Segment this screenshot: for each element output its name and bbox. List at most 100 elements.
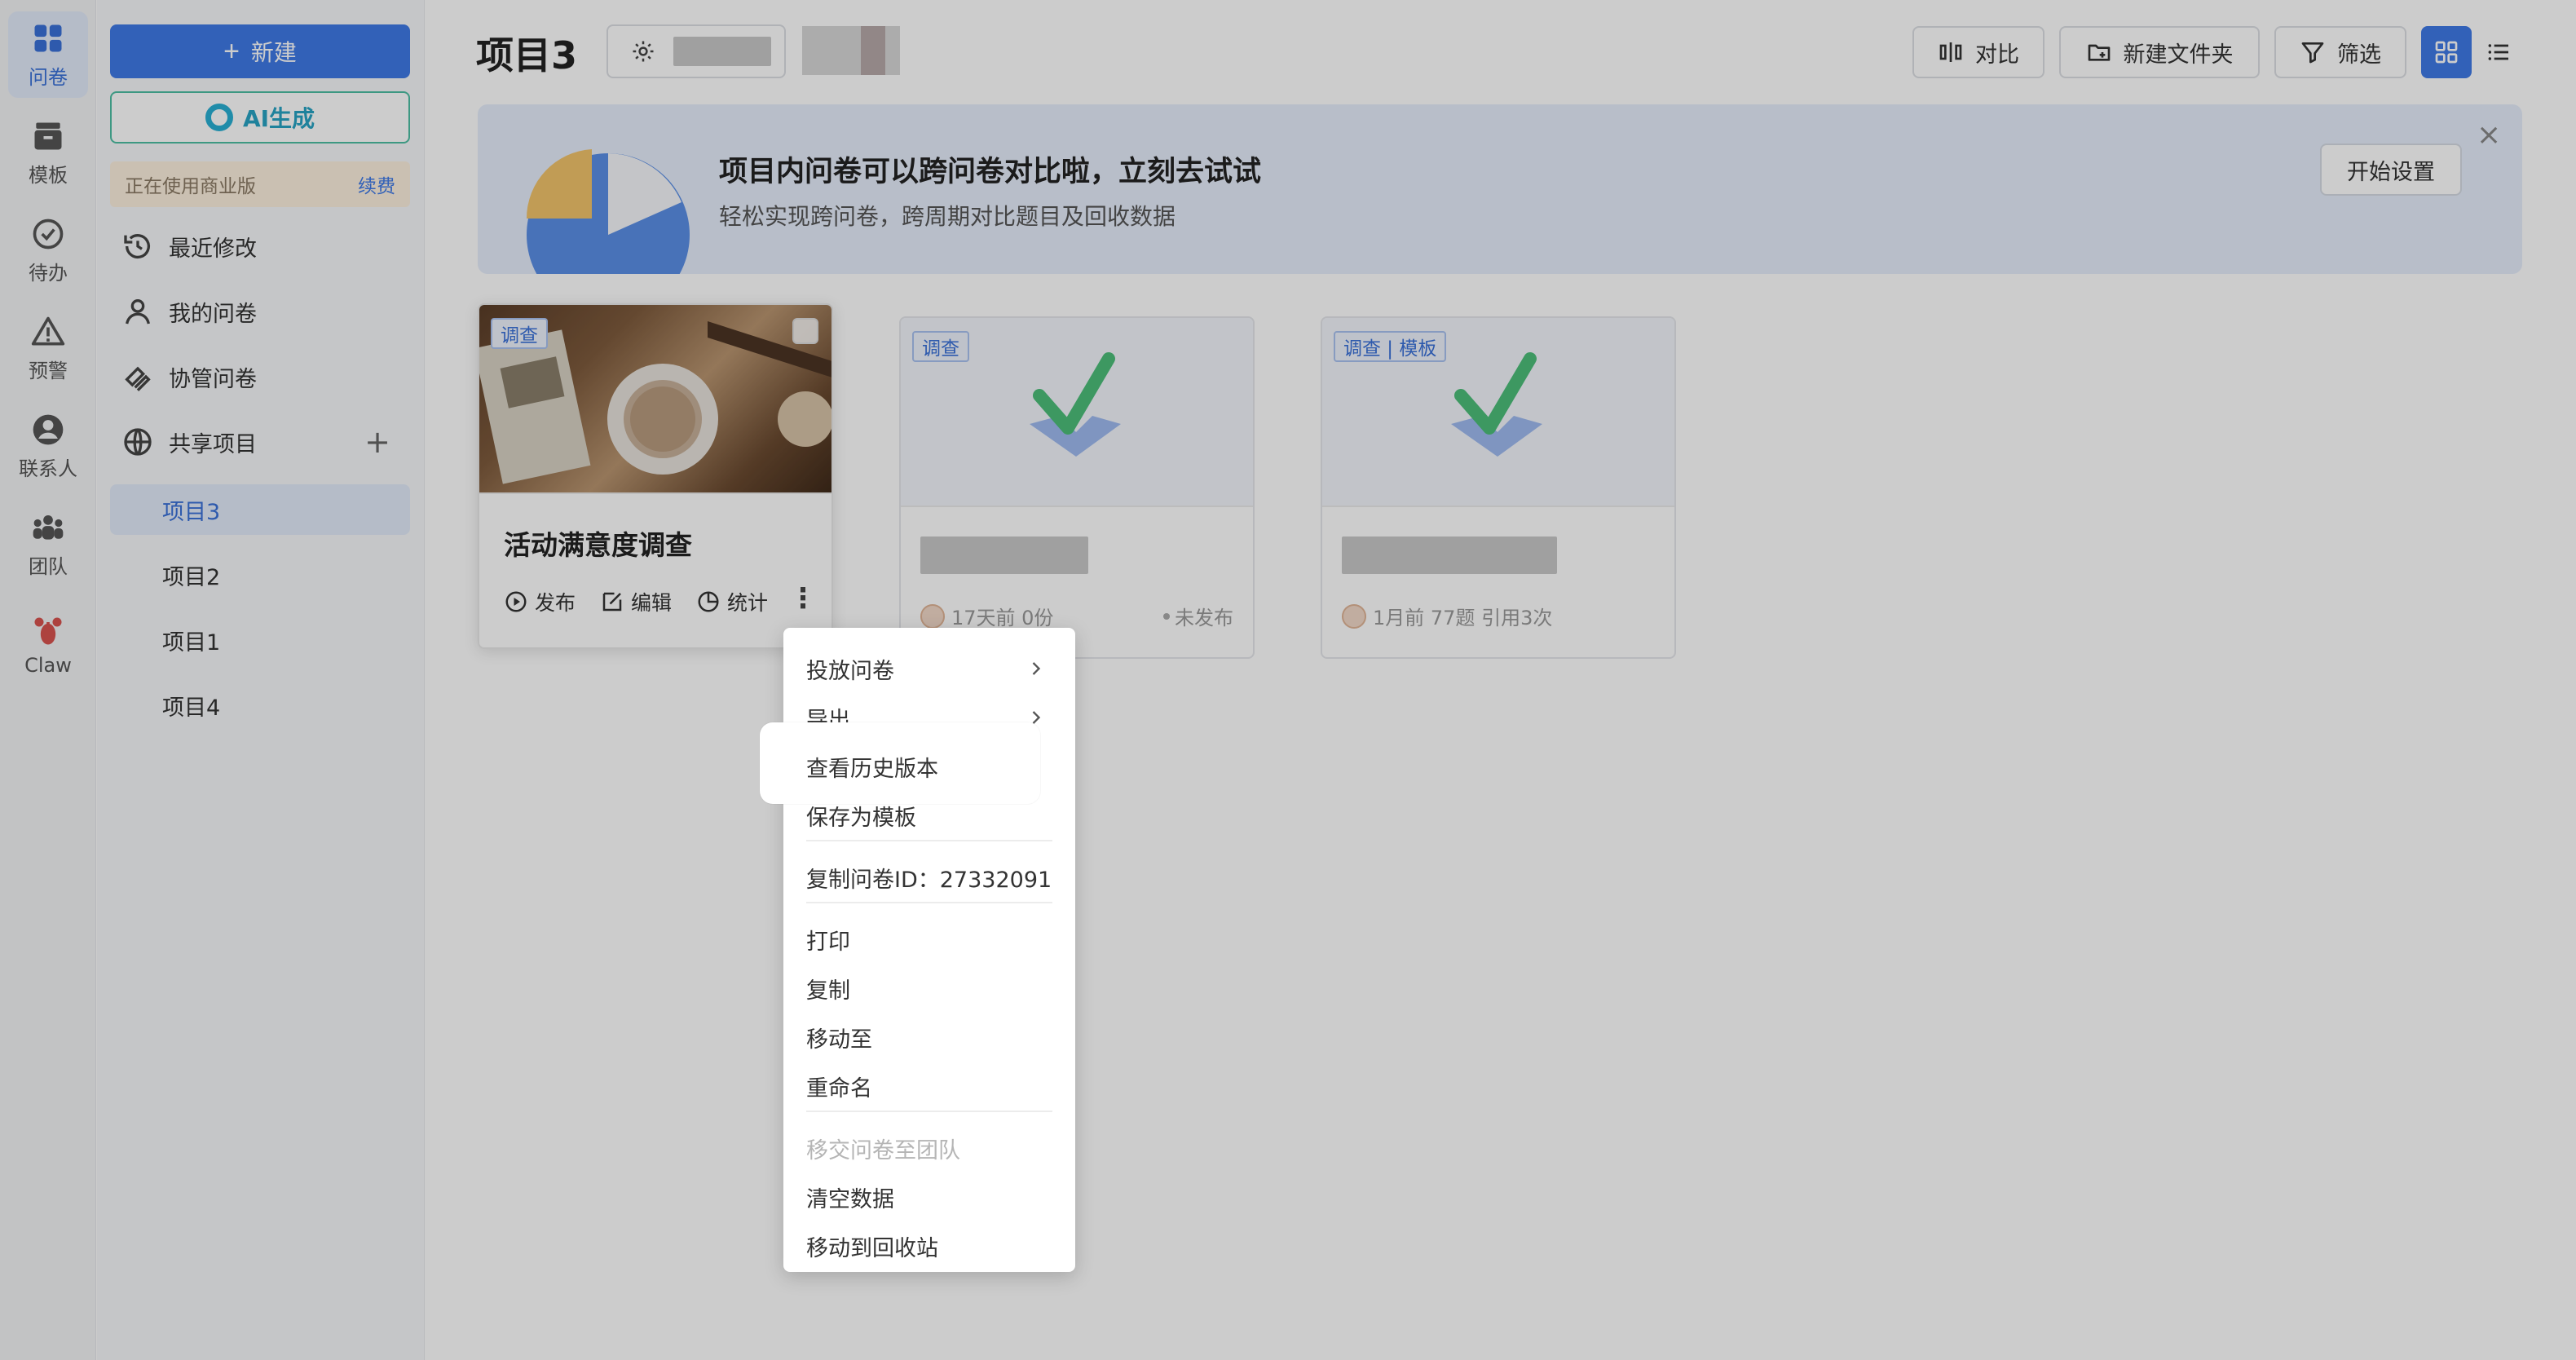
- redacted-thumbnail: [802, 26, 900, 75]
- ai-button-label: AI生成: [242, 105, 315, 132]
- menu-item-move-to[interactable]: 移动至: [806, 1013, 1059, 1062]
- menu-item-clear-data[interactable]: 清空数据: [806, 1172, 1059, 1221]
- filter-button[interactable]: 筛选: [2274, 26, 2406, 78]
- nav-my-surveys[interactable]: 我的问卷: [110, 285, 410, 338]
- new-folder-label: 新建文件夹: [2123, 42, 2234, 68]
- rail-item-claw[interactable]: Claw: [8, 602, 88, 688]
- survey-card[interactable]: 调查 活动满意度调查 发布 编辑 统计 ⋮: [478, 303, 833, 649]
- project-item-4[interactable]: 项目4: [110, 680, 410, 731]
- status-badge: 未发布: [1163, 602, 1233, 630]
- rail-label: 模板: [29, 163, 68, 187]
- rail-item-alert[interactable]: 预警: [8, 305, 88, 391]
- list-view-icon: [2488, 44, 2508, 60]
- ai-generate-button[interactable]: AI生成: [110, 91, 410, 144]
- rail-label: 待办: [29, 261, 68, 285]
- nav-label: 协管问卷: [169, 366, 257, 392]
- nav-label: 我的问卷: [169, 301, 257, 327]
- icon-rail: 问卷 模板 待办 预警 联系人 团队 Claw: [0, 0, 96, 1360]
- context-menu-items: 查看历史版本 保存为模板 复制问卷ID：27332091 打印 复制 移动至 重…: [783, 628, 1075, 1272]
- menu-item-print[interactable]: 打印: [806, 915, 1059, 964]
- menu-item-rename[interactable]: 重命名: [806, 1062, 1059, 1111]
- globe-icon: [124, 428, 152, 456]
- compare-label: 对比: [1975, 42, 2019, 68]
- avatar: [920, 603, 945, 629]
- business-edition-text: 正在使用商业版: [125, 176, 256, 197]
- lobster-icon: [34, 617, 62, 645]
- project-item-2[interactable]: 项目2: [110, 550, 410, 600]
- card-title: 活动满意度调查: [504, 529, 692, 561]
- nav-collab-surveys[interactable]: 协管问卷: [110, 351, 410, 403]
- menu-item-recycle[interactable]: 移动到回收站: [806, 1221, 1059, 1270]
- nav-shared-projects[interactable]: 共享项目 +: [110, 416, 410, 468]
- rail-label: 问卷: [29, 65, 68, 89]
- renew-link[interactable]: 续费: [358, 170, 395, 198]
- more-options-icon[interactable]: ⋮: [789, 582, 817, 615]
- rail-label: 预警: [29, 359, 68, 382]
- new-button[interactable]: + 新建: [110, 24, 410, 78]
- pie-chart-illustration: [526, 149, 690, 274]
- redacted-card-title: [920, 536, 1088, 574]
- menu-item-transfer-team: 移交问卷至团队: [806, 1137, 960, 1164]
- grid-view-icon: [2435, 41, 2458, 64]
- banner-title: 项目内问卷可以跨问卷对比啦，立刻去试试: [719, 156, 1262, 188]
- side-panel: + 新建 AI生成 正在使用商业版 续费 最近修改 我的问卷 协管问卷 共享项目…: [97, 0, 425, 1360]
- rail-item-survey[interactable]: 问卷: [8, 11, 88, 98]
- menu-divider: [806, 1111, 1052, 1112]
- cross-compare-banner: 项目内问卷可以跨问卷对比啦，立刻去试试 轻松实现跨问卷，跨周期对比题目及回收数据…: [478, 104, 2522, 274]
- collab-icon: [125, 366, 151, 391]
- ai-ring-icon: [205, 104, 233, 131]
- publish-label: 发布: [535, 591, 576, 615]
- new-folder-button[interactable]: 新建文件夹: [2059, 26, 2260, 78]
- edit-label: 编辑: [631, 591, 673, 615]
- add-project-icon[interactable]: +: [364, 426, 390, 458]
- list-view-button[interactable]: [2473, 26, 2524, 78]
- project-settings-button[interactable]: [607, 24, 786, 78]
- menu-divider: [806, 840, 1052, 841]
- card-meta-text: 17天前 0份: [951, 607, 1054, 629]
- survey-card[interactable]: 调查 | 模板 1月前 77题 引用3次: [1321, 316, 1676, 659]
- stats-button[interactable]: 统计: [696, 587, 768, 616]
- folder-plus-icon: [2088, 44, 2110, 61]
- menu-item-copy-id[interactable]: 复制问卷ID：27332091: [806, 853, 1059, 902]
- rail-item-template[interactable]: 模板: [8, 109, 88, 196]
- page-title: 项目3: [476, 33, 578, 77]
- team-icon: [33, 514, 64, 540]
- compare-button[interactable]: 对比: [1912, 26, 2044, 78]
- plus-icon: +: [223, 36, 240, 67]
- close-icon[interactable]: ×: [2477, 121, 2501, 150]
- card-meta: 1月前 77题 引用3次: [1342, 602, 1655, 630]
- card-checkbox[interactable]: [792, 318, 818, 344]
- card-meta-text: 1月前 77题 引用3次: [1373, 607, 1553, 629]
- grid-view-button[interactable]: [2421, 26, 2472, 78]
- rail-item-team[interactable]: 团队: [8, 501, 88, 587]
- nav-recent[interactable]: 最近修改: [110, 220, 410, 272]
- stats-label: 统计: [727, 591, 769, 615]
- menu-item-history[interactable]: 查看历史版本: [806, 742, 1059, 791]
- user-icon: [126, 299, 150, 325]
- rail-label: Claw: [24, 654, 72, 677]
- gear-icon: [633, 41, 654, 62]
- edit-button[interactable]: 编辑: [600, 587, 672, 616]
- new-button-label: 新建: [250, 40, 297, 65]
- banner-subtitle: 轻松实现跨问卷，跨周期对比题目及回收数据: [719, 203, 1176, 230]
- menu-item-copy[interactable]: 复制: [806, 964, 1059, 1013]
- project-item-1[interactable]: 项目1: [110, 615, 410, 665]
- business-edition-bar: 正在使用商业版 续费: [110, 161, 410, 207]
- history-icon: [124, 234, 150, 259]
- card-tag: 调查 | 模板: [1334, 331, 1447, 362]
- menu-item-save-template[interactable]: 保存为模板: [806, 791, 1059, 840]
- status-dot-icon: [1163, 612, 1170, 620]
- filter-label: 筛选: [2337, 42, 2381, 68]
- card-actions: 发布 编辑 统计: [504, 587, 768, 616]
- start-setup-button[interactable]: 开始设置: [2320, 144, 2462, 196]
- play-icon: [505, 591, 527, 612]
- survey-card[interactable]: 调查 17天前 0份 未发布: [899, 316, 1255, 659]
- project-item-3[interactable]: 项目3: [110, 484, 410, 535]
- rail-label: 联系人: [19, 457, 77, 480]
- publish-button[interactable]: 发布: [504, 587, 576, 616]
- avatar: [1342, 603, 1366, 629]
- pie-icon: [698, 591, 719, 612]
- rail-item-todo[interactable]: 待办: [8, 207, 88, 294]
- rail-item-contacts[interactable]: 联系人: [8, 403, 88, 489]
- redacted-project-name: [673, 37, 771, 66]
